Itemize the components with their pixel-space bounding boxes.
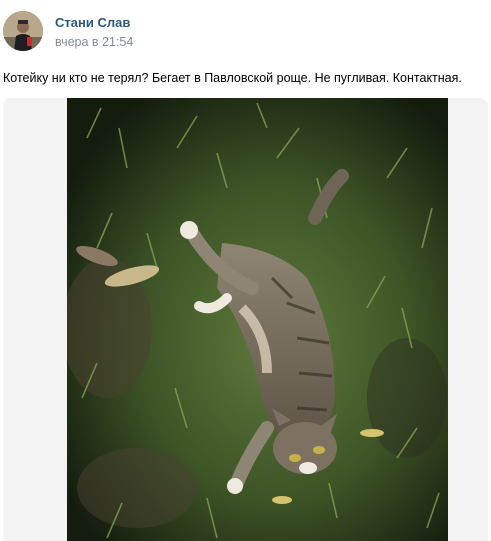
- author-avatar[interactable]: [3, 11, 43, 51]
- post-text: Котейку ни кто не терял? Бегает в Павлов…: [3, 71, 462, 85]
- post-timestamp-link[interactable]: вчера в 21:54: [55, 35, 133, 49]
- cat-photo-icon: [67, 98, 448, 541]
- wall-post: Стани Слав вчера в 21:54 Котейку ни кто …: [0, 0, 491, 541]
- post-header: Стани Слав вчера в 21:54: [0, 0, 491, 62]
- avatar-photo-icon: [3, 11, 43, 51]
- post-photo[interactable]: [67, 98, 448, 541]
- post-media: [3, 98, 488, 541]
- author-name-link[interactable]: Стани Слав: [55, 15, 130, 30]
